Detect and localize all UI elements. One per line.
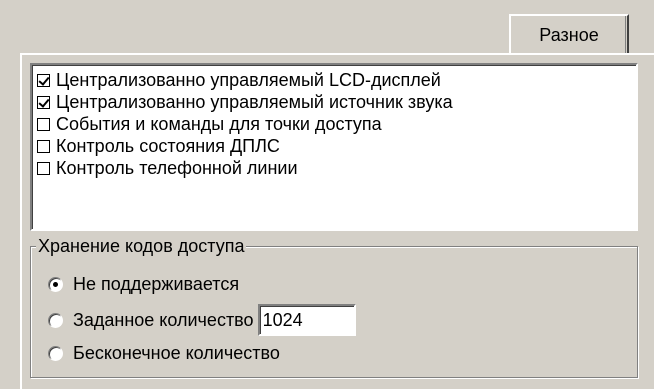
list-item-label: Централизованно управляемый LCD-дисплей — [56, 69, 441, 90]
checkbox-sound[interactable] — [37, 95, 50, 109]
radio-unlimited-label: Бесконечное количество — [73, 343, 280, 363]
radio-fixed-count-row[interactable]: Заданное количество — [48, 304, 356, 336]
list-item-label: События и команды для точки доступа — [56, 113, 382, 134]
radio-not-supported[interactable] — [48, 277, 63, 292]
radio-unlimited[interactable] — [48, 346, 63, 361]
list-item-label: Контроль состояния ДПЛС — [56, 135, 280, 156]
tab-misc[interactable]: Разное — [509, 14, 629, 54]
checkbox-dpls-monitoring[interactable] — [37, 139, 50, 153]
radio-fixed-count[interactable] — [48, 312, 63, 328]
list-item-sound[interactable]: Централизованно управляемый источник зву… — [33, 91, 636, 113]
checkbox-access-point-events[interactable] — [37, 117, 50, 131]
list-item-lcd[interactable]: Централизованно управляемый LCD-дисплей — [33, 69, 636, 91]
count-input[interactable] — [257, 304, 356, 336]
list-item-phone-line[interactable]: Контроль телефонной линии — [33, 157, 636, 179]
list-item-dpls-monitoring[interactable]: Контроль состояния ДПЛС — [33, 135, 636, 157]
radio-not-supported-row[interactable]: Не поддерживается — [48, 274, 239, 295]
radio-not-supported-label: Не поддерживается — [73, 274, 240, 294]
radio-unlimited-row[interactable]: Бесконечное количество — [48, 343, 280, 364]
tab-misc-label: Разное — [539, 24, 599, 45]
options-checklist[interactable]: Централизованно управляемый LCD-дисплей … — [30, 63, 638, 231]
list-item-access-point-events[interactable]: События и команды для точки доступа — [33, 113, 636, 135]
tab-panel-top-border — [20, 53, 654, 55]
radio-fixed-count-label: Заданное количество — [73, 309, 254, 330]
list-item-label: Контроль телефонной линии — [56, 157, 298, 178]
options-checklist-inner: Централизованно управляемый LCD-дисплей … — [32, 65, 636, 229]
access-codes-group-title: Хранение кодов доступа — [36, 236, 247, 257]
list-item-label: Централизованно управляемый источник зву… — [56, 91, 453, 112]
tab-panel-left-border — [20, 53, 22, 389]
checkbox-lcd[interactable] — [37, 73, 50, 87]
checkbox-phone-line[interactable] — [37, 161, 50, 175]
